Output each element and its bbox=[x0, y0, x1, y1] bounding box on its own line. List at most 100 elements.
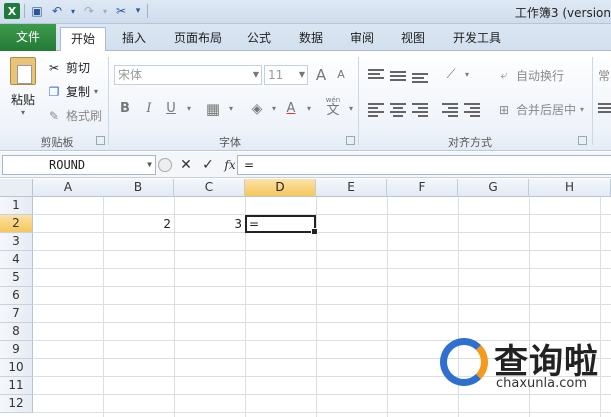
clipboard-group-label: 剪贴板 bbox=[40, 136, 74, 149]
column-header-f[interactable]: F bbox=[387, 179, 458, 197]
fill-color-dropdown-icon[interactable]: ▾ bbox=[265, 99, 283, 119]
row-header-11[interactable]: 11 bbox=[0, 377, 33, 395]
row-header-12[interactable]: 12 bbox=[0, 395, 33, 413]
redo-dropdown-icon[interactable]: ▾ bbox=[101, 3, 109, 19]
row-header-2[interactable]: 2 bbox=[0, 215, 33, 233]
row-header-10[interactable]: 10 bbox=[0, 359, 33, 377]
copy-button[interactable]: ❐ 复制 ▾ bbox=[46, 83, 98, 100]
title-bar: X ▣ ↶ ▾ ↷ ▾ ✂ ▾ 工作簿3 (version bbox=[0, 0, 611, 24]
row-header-1[interactable]: 1 bbox=[0, 197, 33, 215]
tab-review[interactable]: 审阅 bbox=[343, 27, 381, 50]
cell-b2[interactable]: 2 bbox=[103, 215, 174, 233]
italic-button[interactable]: I bbox=[140, 99, 158, 119]
border-icon[interactable]: ▦ bbox=[204, 99, 222, 119]
tab-file[interactable]: 文件 bbox=[0, 24, 56, 51]
merge-center-label: 合并后居中 bbox=[516, 103, 577, 117]
font-size-combo[interactable]: 11 ▼ bbox=[264, 65, 308, 85]
select-all-corner[interactable] bbox=[0, 179, 33, 197]
grow-font-button[interactable]: A bbox=[312, 65, 330, 85]
brush-icon: ✎ bbox=[48, 108, 60, 123]
align-center-icon[interactable] bbox=[390, 103, 406, 117]
number-format-icon[interactable] bbox=[598, 103, 611, 117]
align-bottom-icon[interactable] bbox=[412, 73, 428, 87]
watermark-logo-icon bbox=[440, 338, 488, 386]
name-box[interactable]: ROUND ▼ bbox=[2, 155, 156, 175]
row-header-4[interactable]: 4 bbox=[0, 251, 33, 269]
formula-bar-grip-icon bbox=[158, 158, 172, 172]
tab-insert[interactable]: 插入 bbox=[112, 27, 156, 50]
decrease-indent-icon[interactable] bbox=[442, 103, 458, 117]
wrap-text-icon: ⤶ bbox=[500, 68, 508, 82]
redo-icon[interactable]: ↷ bbox=[81, 3, 97, 19]
font-name-value: 宋体 bbox=[118, 68, 143, 82]
tab-home[interactable]: 开始 bbox=[60, 27, 106, 51]
increase-indent-icon[interactable] bbox=[464, 103, 480, 117]
row-header-5[interactable]: 5 bbox=[0, 269, 33, 287]
orientation-dropdown-icon[interactable]: ▾ bbox=[458, 65, 476, 85]
formula-input[interactable]: = bbox=[237, 155, 611, 175]
format-painter-button[interactable]: ✎ 格式刷 bbox=[46, 107, 102, 124]
ribbon-home: 粘贴 ▾ ✂ 剪切 ❐ 复制 ▾ ✎ 格式刷 剪贴板 宋体 ▼ 11 ▼ A A… bbox=[0, 51, 611, 151]
cancel-icon[interactable]: ✕ bbox=[178, 157, 194, 173]
alignment-group-label: 对齐方式 bbox=[448, 136, 492, 149]
watermark: 查询啦 chaxunla.com bbox=[436, 330, 611, 400]
clipboard-launcher-icon[interactable] bbox=[96, 136, 105, 145]
column-header-c[interactable]: C bbox=[174, 179, 245, 197]
undo-dropdown-icon[interactable]: ▾ bbox=[69, 3, 77, 19]
column-header-b[interactable]: B bbox=[103, 179, 174, 197]
shrink-font-button[interactable]: A bbox=[332, 65, 350, 85]
column-header-h[interactable]: H bbox=[529, 179, 611, 197]
paste-button[interactable]: 粘贴 ▾ bbox=[6, 57, 40, 117]
save-icon[interactable]: ▣ bbox=[29, 3, 45, 19]
column-header-d[interactable]: D bbox=[245, 179, 316, 197]
watermark-url: chaxunla.com bbox=[496, 376, 587, 391]
number-format-combo[interactable]: 常 bbox=[598, 67, 610, 84]
cut-button[interactable]: ✂ 剪切 bbox=[46, 59, 90, 76]
tab-developer[interactable]: 开发工具 bbox=[446, 27, 508, 50]
row-header-7[interactable]: 7 bbox=[0, 305, 33, 323]
enter-icon[interactable]: ✓ bbox=[200, 157, 216, 173]
cell-c2[interactable]: 3 bbox=[174, 215, 245, 233]
undo-icon[interactable]: ↶ bbox=[49, 3, 65, 19]
tab-data[interactable]: 数据 bbox=[292, 27, 330, 50]
column-header-a[interactable]: A bbox=[33, 179, 104, 197]
tab-view[interactable]: 视图 bbox=[394, 27, 432, 50]
phonetic-icon[interactable]: 文 bbox=[324, 101, 342, 121]
font-color-button[interactable]: A bbox=[282, 99, 300, 119]
font-size-dropdown-icon: ▼ bbox=[298, 70, 305, 79]
underline-button[interactable]: U bbox=[162, 99, 180, 119]
tab-page-layout[interactable]: 页面布局 bbox=[168, 27, 228, 50]
font-color-dropdown-icon[interactable]: ▾ bbox=[300, 99, 318, 119]
align-right-icon[interactable] bbox=[412, 103, 428, 117]
alignment-launcher-icon[interactable] bbox=[578, 136, 587, 145]
tab-formulas[interactable]: 公式 bbox=[240, 27, 278, 50]
clipboard-icon bbox=[10, 57, 36, 85]
bold-button[interactable]: B bbox=[116, 99, 134, 119]
border-dropdown-icon[interactable]: ▾ bbox=[222, 99, 240, 119]
font-launcher-icon[interactable] bbox=[346, 136, 355, 145]
merge-dropdown-icon: ▾ bbox=[580, 105, 585, 114]
font-name-combo[interactable]: 宋体 ▼ bbox=[114, 65, 262, 85]
row-header-3[interactable]: 3 bbox=[0, 233, 33, 251]
merge-icon: ⊞ bbox=[498, 102, 510, 117]
column-header-e[interactable]: E bbox=[316, 179, 387, 197]
merge-center-button[interactable]: ⊞ 合并后居中 ▾ bbox=[496, 101, 584, 118]
qat-dropdown-icon[interactable]: ▾ bbox=[133, 3, 143, 19]
insert-function-button[interactable]: fx bbox=[222, 158, 238, 172]
customize-tool-icon[interactable]: ✂ bbox=[113, 3, 129, 19]
align-left-icon[interactable] bbox=[368, 103, 384, 117]
row-header-9[interactable]: 9 bbox=[0, 341, 33, 359]
paste-label: 粘贴 bbox=[10, 93, 35, 107]
row-header-8[interactable]: 8 bbox=[0, 323, 33, 341]
name-box-dropdown-icon[interactable]: ▼ bbox=[147, 156, 152, 174]
row-header-6[interactable]: 6 bbox=[0, 287, 33, 305]
wrap-text-button[interactable]: ⤶ 自动换行 bbox=[496, 67, 564, 84]
fill-color-icon[interactable]: ◈ bbox=[248, 99, 266, 119]
align-top-icon[interactable] bbox=[368, 69, 384, 83]
group-divider-3 bbox=[592, 57, 593, 145]
align-middle-icon[interactable] bbox=[390, 71, 406, 85]
active-cell-d2[interactable]: = bbox=[245, 215, 318, 235]
column-header-g[interactable]: G bbox=[458, 179, 529, 197]
ribbon-tab-row: 文件 开始 插入 页面布局 公式 数据 审阅 视图 开发工具 bbox=[0, 24, 611, 51]
underline-dropdown-icon[interactable]: ▾ bbox=[180, 99, 198, 119]
